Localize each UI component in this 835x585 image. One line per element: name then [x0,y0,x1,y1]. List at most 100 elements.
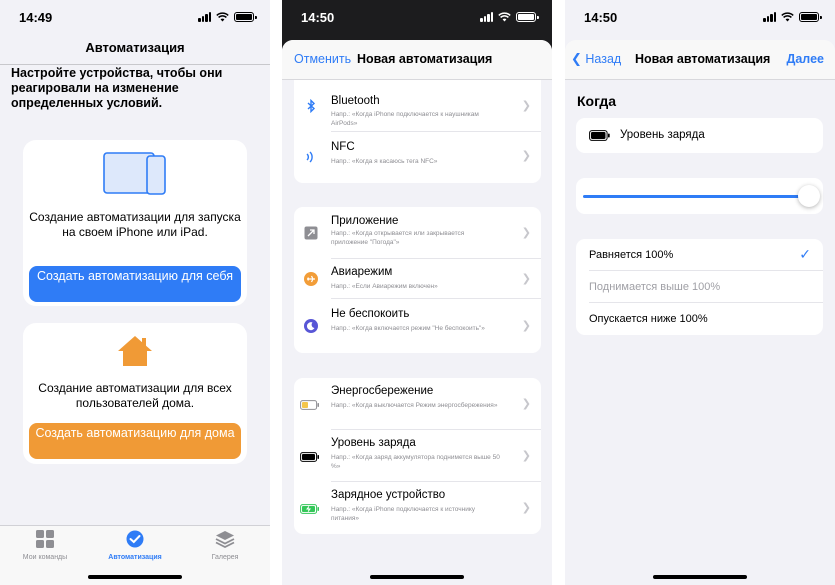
trigger-row-do-not-disturb[interactable]: Не беспокоить Напр.: «Когда включается р… [294,299,541,353]
option-label: Опускается ниже 100% [589,313,708,325]
row-subtitle: Напр.: «Когда выключается Режим энергосб… [331,402,498,409]
moon-icon [304,319,318,333]
status-time: 14:49 [19,10,53,25]
option-label: Равняется 100% [589,249,674,261]
check-circle-icon [126,530,144,548]
modal-sheet: Отменить Новая автоматизация Bluetooth Н… [282,40,552,585]
tab-my-shortcuts[interactable]: Мои команды [0,530,90,561]
cancel-button[interactable]: Отменить [294,52,351,66]
trigger-row-charger[interactable]: Зарядное устройство Напр.: «Когда iPhone… [294,482,541,534]
home-card-description: Создание автоматизации для всех пользова… [38,381,232,410]
row-subtitle: Напр.: «Когда включается режим "Не беспо… [331,325,485,332]
trigger-label: Уровень заряда [620,129,705,141]
chevron-right-icon: ❯ [521,227,531,239]
nav-bar: ❮ Назад Новая автоматизация Далее [565,40,835,80]
row-title: Приложение [331,215,399,227]
row-subtitle: Напр.: «Когда iPhone подключается к науш… [331,111,479,127]
chevron-right-icon: ❯ [521,100,531,112]
cellular-signal-icon [480,12,493,22]
chevron-right-icon: ❯ [521,398,531,410]
screen-battery-level-config: 14:50 ❮ Назад Новая автоматизация Далее … [565,0,835,585]
option-falls-below[interactable]: Опускается ниже 100% [576,303,823,335]
nfc-icon [306,151,313,163]
row-title: Bluetooth [331,95,380,107]
trigger-row-nfc[interactable]: NFC Напр.: «Когда я касаюсь тега NFC» ❯ [294,132,541,183]
sheet-header: Отменить Новая автоматизация [282,40,552,80]
status-bar: 14:50 [565,0,835,34]
tab-label: Галерея [211,554,239,561]
checkmark-icon: ✓ [799,246,811,262]
screen-automation-home: 14:49 Автоматизация Настройте устройства… [0,0,270,585]
battery-icon [234,12,257,22]
wifi-icon [781,12,794,22]
row-subtitle: Напр.: «Когда iPhone подключается к исто… [331,506,476,522]
status-bar: 14:50 [282,0,552,34]
back-button[interactable]: ❮ Назад [571,51,621,67]
trigger-group-connectivity: Bluetooth Напр.: «Когда iPhone подключае… [294,80,541,183]
tab-automation[interactable]: Автоматизация [90,530,180,561]
status-time: 14:50 [301,10,335,25]
app-icon [304,226,318,240]
grid-icon [36,530,54,548]
back-label: Назад [585,52,622,66]
home-indicator [653,575,747,579]
layers-icon [215,531,235,549]
chevron-right-icon: ❯ [521,502,531,514]
trigger-row-battery-level[interactable]: Уровень заряда Напр.: «Когда заряд аккум… [294,430,541,482]
home-automation-card: Создание автоматизации для всех пользова… [23,323,247,464]
intro-text: Настройте устройства, чтобы они реагиров… [11,66,223,110]
screen-new-automation-list: 14:50 Отменить Новая автоматизация Bluet… [282,0,552,585]
trigger-row-app[interactable]: Приложение Напр.: «Когда открывается или… [294,207,541,259]
row-subtitle: Напр.: «Когда я касаюсь тега NFC» [331,158,438,165]
create-home-automation-button[interactable]: Создать автоматизацию для дома [29,423,241,459]
row-title: Не беспокоить [331,308,410,320]
battery-level-icon [300,452,319,462]
row-title: Авиарежим [331,266,393,278]
slider-knob[interactable] [798,185,820,207]
option-rises-above: Поднимается выше 100% [576,271,823,303]
battery-level-icon [589,130,610,141]
trigger-summary[interactable]: Уровень заряда [576,118,823,153]
battery-icon [799,12,822,22]
chevron-right-icon: ❯ [521,150,531,162]
home-icon [118,336,152,366]
cellular-signal-icon [198,12,211,22]
trigger-row-bluetooth[interactable]: Bluetooth Напр.: «Когда iPhone подключае… [294,80,541,132]
low-power-battery-icon [300,400,319,410]
row-subtitle: Напр.: «Когда открывается или закрываетс… [331,230,465,246]
divider [270,0,282,585]
row-subtitle: Напр.: «Когда заряд аккумулятора подниме… [331,454,500,470]
row-title: Зарядное устройство [331,489,446,501]
cellular-signal-icon [763,12,776,22]
trigger-group-apps: Приложение Напр.: «Когда открывается или… [294,207,541,353]
next-button[interactable]: Далее [786,52,824,66]
tab-label: Мои команды [22,554,68,561]
wifi-icon [498,12,511,22]
slider-track [583,195,809,198]
chevron-left-icon: ❮ [571,51,582,66]
row-title: Энергосбережение [331,385,434,397]
divider [0,64,270,65]
home-indicator [88,575,182,579]
page-title: Автоматизация [85,40,185,55]
trigger-row-airplane[interactable]: Авиарежим Напр.: «Если Авиарежим включен… [294,259,541,299]
chevron-right-icon: ❯ [521,320,531,332]
chevron-right-icon: ❯ [521,273,531,285]
trigger-row-low-power[interactable]: Энергосбережение Напр.: «Когда выключает… [294,378,541,430]
battery-icon [516,12,539,22]
bluetooth-icon [307,99,316,113]
sheet-title: Новая автоматизация [357,52,493,66]
divider [552,0,565,585]
status-time: 14:50 [584,10,618,25]
status-bar: 14:49 [0,0,270,34]
personal-card-description: Создание автоматизации для запуска на св… [29,210,241,239]
row-title: NFC [331,141,355,153]
create-personal-automation-button[interactable]: Создать автоматизацию для себя [29,266,241,302]
tab-gallery[interactable]: Галерея [180,530,270,561]
option-equals[interactable]: Равняется 100% ✓ [576,239,823,271]
tab-label: Автоматизация [108,554,162,561]
battery-level-slider[interactable] [576,178,823,214]
wifi-icon [216,12,229,22]
condition-options: Равняется 100% ✓ Поднимается выше 100% О… [576,239,823,335]
trigger-group-power: Энергосбережение Напр.: «Когда выключает… [294,378,541,534]
